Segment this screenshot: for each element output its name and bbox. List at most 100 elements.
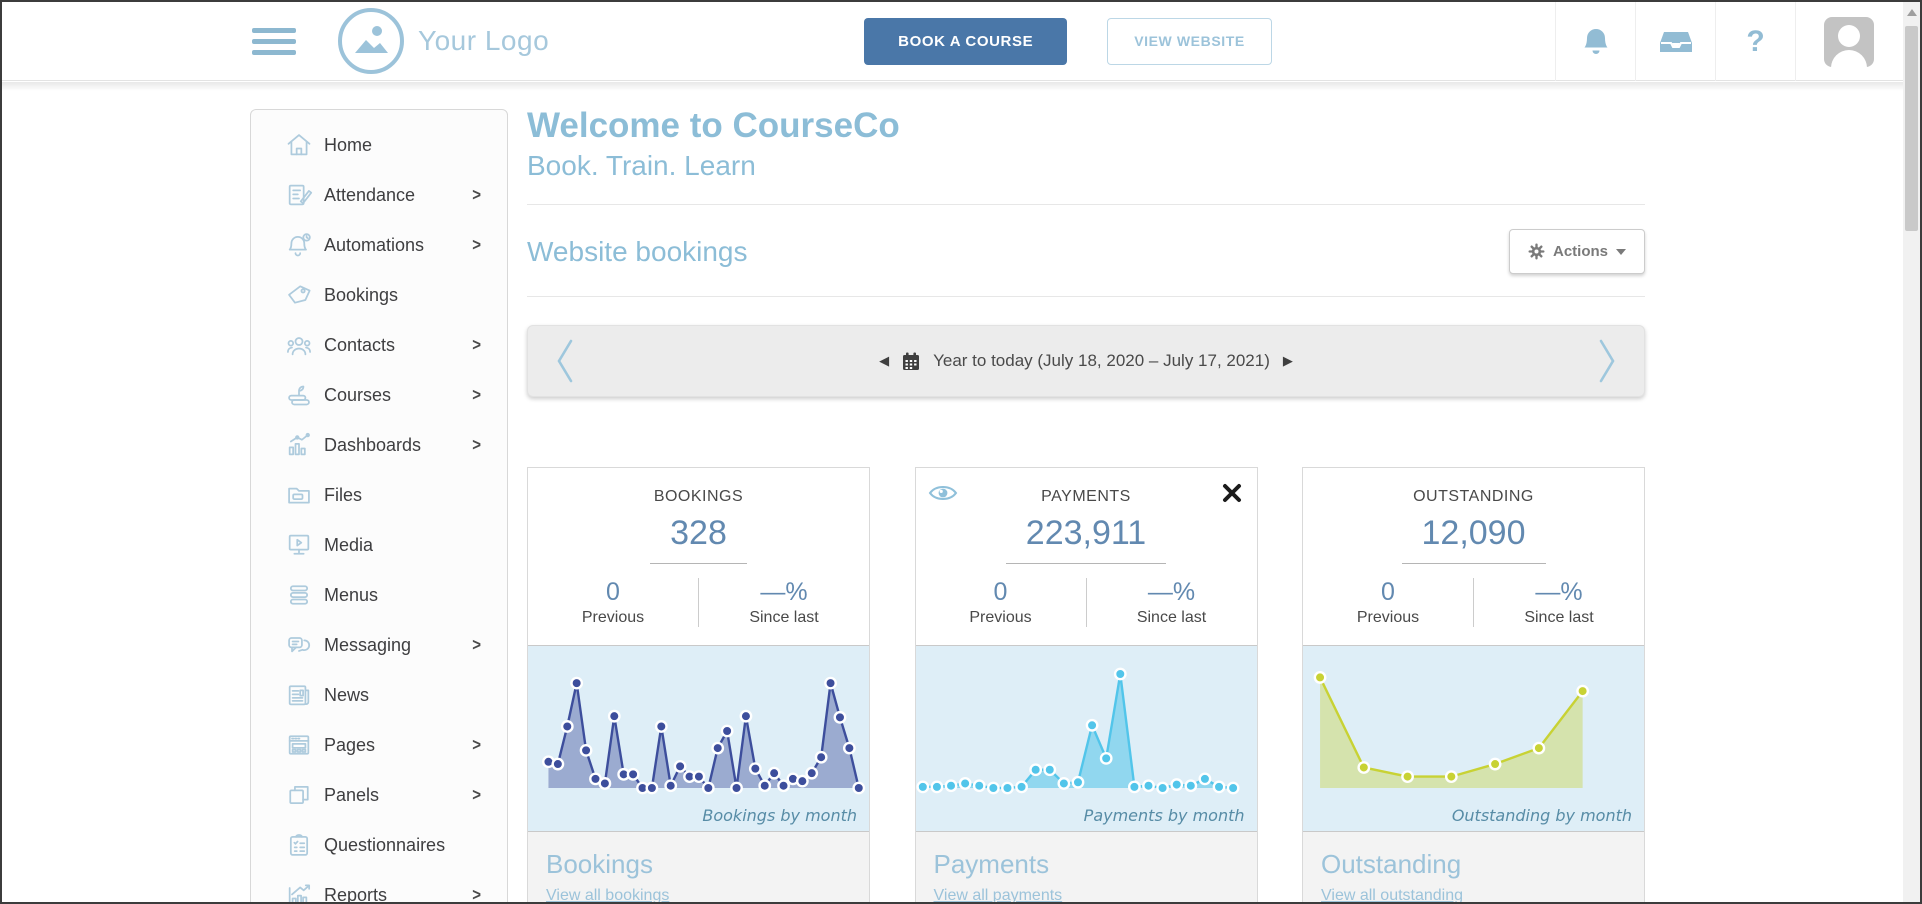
close-icon[interactable] <box>1221 482 1243 509</box>
view-all-payments-link[interactable]: View all payments <box>934 887 1063 904</box>
caret-down-icon <box>1616 249 1626 255</box>
previous-period-icon[interactable]: ◀ <box>879 353 889 369</box>
chevron-right-icon: > <box>472 235 481 255</box>
inbox-icon[interactable] <box>1635 2 1715 81</box>
page-subtitle: Book. Train. Learn <box>527 150 1645 182</box>
avatar[interactable] <box>1824 17 1874 67</box>
notifications-bell-icon[interactable] <box>1555 2 1635 81</box>
chevron-right-icon: > <box>472 385 481 405</box>
sidebar-item-contacts[interactable]: Contacts > <box>251 320 507 370</box>
chevron-right-icon: > <box>472 785 481 805</box>
top-header: Your Logo BOOK A COURSE VIEW WEBSITE ? <box>2 2 1920 81</box>
gear-icon <box>1528 243 1545 260</box>
next-period-icon[interactable]: ▶ <box>1283 353 1293 369</box>
card-title: BOOKINGS <box>528 488 869 506</box>
news-icon <box>285 681 313 709</box>
page-scrollbar[interactable] <box>1903 2 1920 902</box>
change-stat: —% Since last <box>699 578 869 627</box>
dashboards-icon <box>285 431 313 459</box>
stat-cards-row: BOOKINGS 328 0 Previous —% Since last Bo… <box>527 467 1645 904</box>
home-icon <box>285 131 313 159</box>
chevron-right-icon[interactable] <box>1596 338 1618 384</box>
attendance-icon <box>285 181 313 209</box>
sidebar-item-attendance[interactable]: Attendance > <box>251 170 507 220</box>
scroll-up-arrow[interactable] <box>1907 9 1917 16</box>
scrollbar-thumb[interactable] <box>1905 26 1918 231</box>
section-header: Website bookings Actions <box>527 229 1645 274</box>
previous-stat: 0 Previous <box>1303 578 1474 627</box>
view-all-outstanding-link[interactable]: View all outstanding <box>1321 887 1463 904</box>
chevron-right-icon: > <box>472 735 481 755</box>
eye-icon[interactable] <box>928 482 958 509</box>
actions-button[interactable]: Actions <box>1509 229 1645 274</box>
logo[interactable]: Your Logo <box>338 8 549 74</box>
view-website-button[interactable]: VIEW WEBSITE <box>1107 18 1272 65</box>
payments-card: PAYMENTS 223,911 0 Previous —% Since las… <box>915 467 1258 904</box>
card-title: PAYMENTS <box>916 488 1257 506</box>
chart-caption: Outstanding by month <box>1452 806 1632 825</box>
date-range-center: ◀ Year to today (July 18, 2020 – July 17… <box>879 351 1293 371</box>
files-icon <box>285 481 313 509</box>
outstanding-chart: Outstanding by month <box>1303 645 1644 831</box>
chevron-right-icon: > <box>472 335 481 355</box>
sidebar-item-automations[interactable]: Automations > <box>251 220 507 270</box>
chevron-right-icon: > <box>472 885 481 904</box>
view-all-bookings-link[interactable]: View all bookings <box>546 887 669 904</box>
card-footer: Outstanding View all outstanding <box>1303 831 1644 904</box>
sidebar-item-menus[interactable]: Menus <box>251 570 507 620</box>
change-stat: —% Since last <box>1474 578 1644 627</box>
contacts-icon <box>285 331 313 359</box>
logo-image-icon <box>338 8 404 74</box>
sidebar-item-pages[interactable]: Pages > <box>251 720 507 770</box>
app-window: Your Logo BOOK A COURSE VIEW WEBSITE ? <box>0 0 1922 904</box>
sidebar-nav: Home Attendance > Automations > Bookings… <box>250 109 508 904</box>
sidebar-item-messaging[interactable]: Messaging > <box>251 620 507 670</box>
sidebar-item-files[interactable]: Files <box>251 470 507 520</box>
avatar-cell <box>1795 2 1901 81</box>
sidebar-item-panels[interactable]: Panels > <box>251 770 507 820</box>
footer-title: Payments <box>934 849 1239 880</box>
questionnaires-icon <box>285 831 313 859</box>
footer-title: Outstanding <box>1321 849 1626 880</box>
chevron-right-icon: > <box>472 435 481 455</box>
header-shadow <box>2 82 1920 91</box>
chevron-left-icon[interactable] <box>554 338 576 384</box>
media-icon <box>285 531 313 559</box>
automations-icon <box>285 231 313 259</box>
book-a-course-button[interactable]: BOOK A COURSE <box>864 18 1067 65</box>
messaging-icon <box>285 631 313 659</box>
menus-icon <box>285 581 313 609</box>
sidebar-item-home[interactable]: Home <box>251 120 507 170</box>
sidebar-item-media[interactable]: Media <box>251 520 507 570</box>
change-stat: —% Since last <box>1087 578 1257 627</box>
bookings-icon <box>285 281 313 309</box>
panels-icon <box>285 781 313 809</box>
hamburger-menu-icon[interactable] <box>252 22 296 61</box>
card-title: OUTSTANDING <box>1303 488 1644 506</box>
outstanding-card: OUTSTANDING 12,090 0 Previous —% Since l… <box>1302 467 1645 904</box>
card-value: 328 <box>650 514 747 564</box>
sidebar-item-dashboards[interactable]: Dashboards > <box>251 420 507 470</box>
date-range-label[interactable]: Year to today (July 18, 2020 – July 17, … <box>933 351 1270 371</box>
sidebar-item-news[interactable]: News <box>251 670 507 720</box>
divider <box>527 296 1645 297</box>
date-range-bar: ◀ Year to today (July 18, 2020 – July 17… <box>527 325 1645 397</box>
sidebar-item-courses[interactable]: Courses > <box>251 370 507 420</box>
courses-icon <box>285 381 313 409</box>
chevron-right-icon: > <box>472 635 481 655</box>
previous-stat: 0 Previous <box>916 578 1087 627</box>
footer-title: Bookings <box>546 849 851 880</box>
chevron-right-icon: > <box>472 185 481 205</box>
chart-caption: Bookings by month <box>702 806 857 825</box>
divider <box>527 204 1645 205</box>
section-title: Website bookings <box>527 236 748 268</box>
card-footer: Payments View all payments <box>916 831 1257 904</box>
bookings-chart: Bookings by month <box>528 645 869 831</box>
sidebar-item-questionnaires[interactable]: Questionnaires <box>251 820 507 870</box>
card-footer: Bookings View all bookings <box>528 831 869 904</box>
sidebar-item-bookings[interactable]: Bookings <box>251 270 507 320</box>
help-icon[interactable]: ? <box>1715 2 1795 81</box>
sidebar-item-reports[interactable]: Reports > <box>251 870 507 904</box>
main-content: Welcome to CourseCo Book. Train. Learn W… <box>527 82 1645 904</box>
pages-icon <box>285 731 313 759</box>
